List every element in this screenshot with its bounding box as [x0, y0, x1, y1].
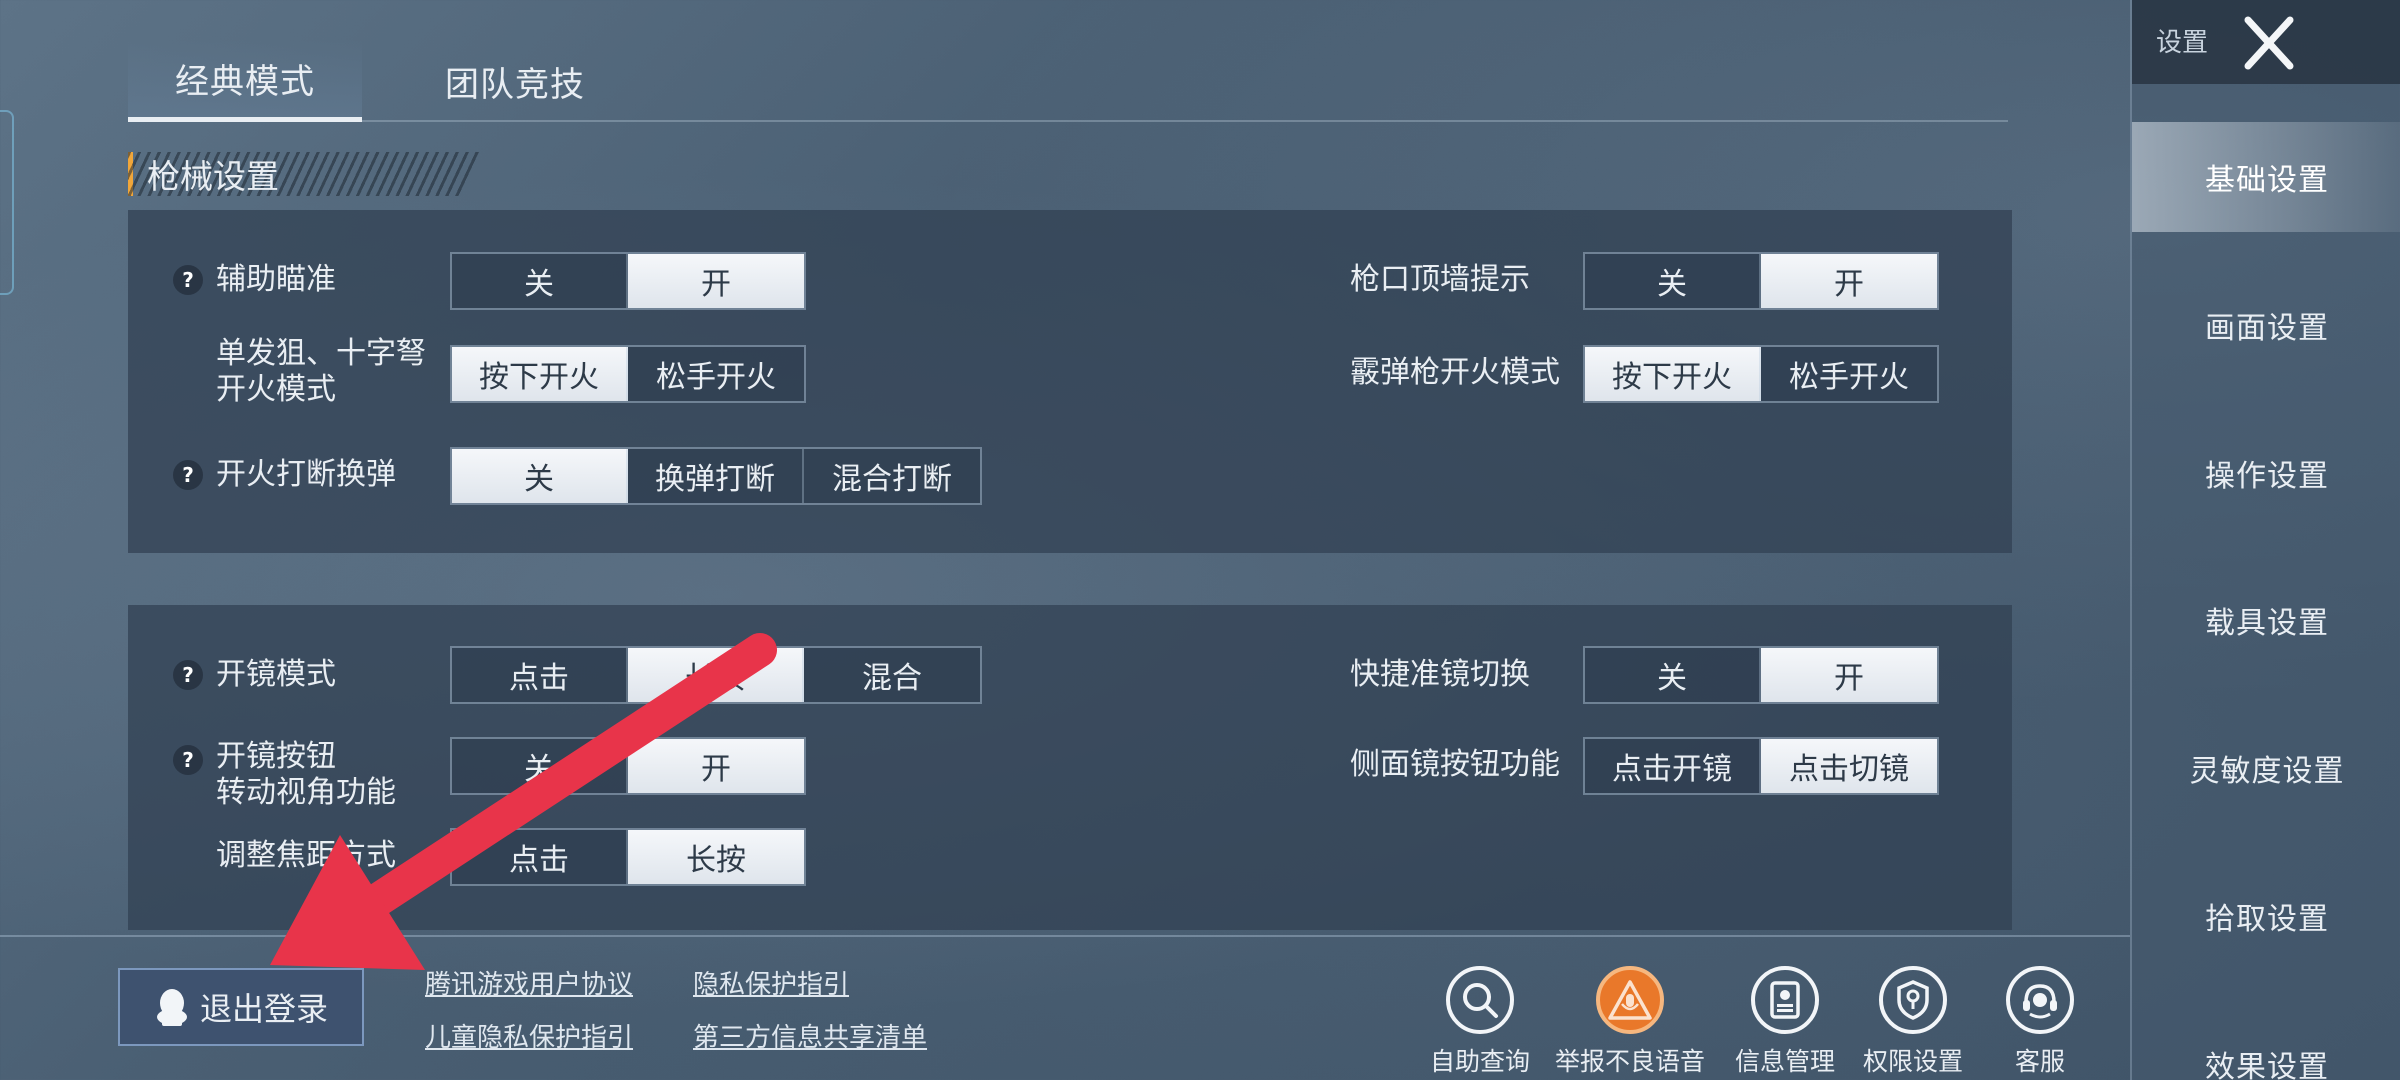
side-scope-toggle: 点击开镜 点击切镜	[1583, 737, 1939, 795]
scope-mode-tap[interactable]: 点击	[452, 648, 628, 702]
id-card-icon	[1751, 966, 1819, 1034]
side-scope-switch[interactable]: 点击切镜	[1761, 739, 1937, 793]
user-agreement-link[interactable]: 腾讯游戏用户协议	[425, 964, 633, 1001]
scope-button-label-line2: 转动视角功能	[216, 775, 396, 810]
side-scope-label: 侧面镜按钮功能	[1350, 747, 1560, 782]
help-icon[interactable]: ?	[173, 265, 203, 295]
help-icon[interactable]: ?	[173, 660, 203, 690]
quick-scope-on[interactable]: 开	[1761, 648, 1937, 702]
search-icon	[1446, 966, 1514, 1034]
report-voice-icon	[1596, 966, 1664, 1034]
scope-button-on[interactable]: 开	[628, 739, 804, 793]
quick-scope-off[interactable]: 关	[1585, 648, 1761, 702]
single-fire-label-line2: 开火模式	[216, 372, 336, 407]
section-header: 枪械设置	[128, 152, 483, 196]
sidebar-item-basic[interactable]: 基础设置	[2132, 122, 2400, 232]
sidebar-item-effects[interactable]: 效果设置	[2132, 1008, 2400, 1080]
logout-label: 退出登录	[199, 990, 328, 1028]
customer-service-label: 客服	[2014, 1047, 2065, 1076]
single-fire-label-line1: 单发狙、十字弩	[216, 336, 426, 371]
sidebar-item-pickup[interactable]: 拾取设置	[2132, 861, 2400, 971]
scope-mode-toggle: 点击 长按 混合	[450, 646, 982, 704]
sidebar-item-controls[interactable]: 操作设置	[2132, 418, 2400, 528]
headset-icon	[2006, 966, 2074, 1034]
mode-tabs: 经典模式 团队竞技	[128, 40, 2008, 122]
focus-adjust-tap[interactable]: 点击	[452, 830, 628, 884]
third-party-info-link[interactable]: 第三方信息共享清单	[693, 1017, 927, 1054]
help-icon[interactable]: ?	[173, 745, 203, 775]
aim-assist-off[interactable]: 关	[452, 254, 628, 308]
left-edge-tab[interactable]	[0, 110, 14, 295]
self-service-button[interactable]: 自助查询	[1415, 962, 1545, 1077]
settings-sidebar: 设置 基础设置 画面设置 操作设置 载具设置 灵敏度设置 拾取设置 效果设置	[2130, 0, 2400, 1080]
fire-interrupt-label: 开火打断换弹	[216, 457, 396, 492]
aim-assist-label: 辅助瞄准	[216, 262, 336, 297]
permission-settings-button[interactable]: 权限设置	[1848, 962, 1978, 1077]
scope-mode-hold[interactable]: 长按	[628, 648, 804, 702]
tab-team-deathmatch[interactable]: 团队竞技	[398, 40, 632, 122]
scope-button-label: 开镜按钮 转动视角功能	[216, 739, 396, 811]
muzzle-wall-toggle: 关 开	[1583, 252, 1939, 310]
focus-adjust-toggle: 点击 长按	[450, 828, 806, 886]
fire-interrupt-off[interactable]: 关	[452, 449, 628, 503]
scope-button-off[interactable]: 关	[452, 739, 628, 793]
tab-classic-mode[interactable]: 经典模式	[128, 40, 362, 122]
single-fire-release[interactable]: 松手开火	[628, 347, 804, 401]
scope-mode-label: 开镜模式	[216, 657, 336, 692]
sidebar-title: 设置	[2156, 28, 2209, 58]
privacy-guide-link[interactable]: 隐私保护指引	[693, 964, 849, 1001]
shotgun-fire-press[interactable]: 按下开火	[1585, 347, 1761, 401]
section-title: 枪械设置	[147, 157, 279, 196]
muzzle-wall-label: 枪口顶墙提示	[1350, 262, 1530, 297]
scope-mode-mixed[interactable]: 混合	[804, 648, 980, 702]
quick-scope-label: 快捷准镜切换	[1350, 657, 1530, 692]
sidebar-item-graphics[interactable]: 画面设置	[2132, 270, 2400, 380]
single-fire-label: 单发狙、十字弩 开火模式	[216, 336, 426, 408]
shotgun-fire-release[interactable]: 松手开火	[1761, 347, 1937, 401]
customer-service-button[interactable]: 客服	[1975, 962, 2105, 1077]
penguin-icon	[156, 989, 187, 1026]
child-privacy-link[interactable]: 儿童隐私保护指引	[425, 1017, 633, 1054]
scope-button-label-line1: 开镜按钮	[216, 739, 336, 774]
fire-interrupt-reload[interactable]: 换弹打断	[628, 449, 804, 503]
single-fire-press[interactable]: 按下开火	[452, 347, 628, 401]
quick-scope-toggle: 关 开	[1583, 646, 1939, 704]
fire-interrupt-toggle: 关 换弹打断 混合打断	[450, 447, 982, 505]
single-fire-toggle: 按下开火 松手开火	[450, 345, 806, 403]
report-voice-button[interactable]: 举报不良语音	[1555, 962, 1705, 1077]
focus-adjust-hold[interactable]: 长按	[628, 830, 804, 884]
sidebar-item-sensitivity[interactable]: 灵敏度设置	[2132, 713, 2400, 823]
focus-adjust-label: 调整焦距方式	[216, 838, 396, 873]
close-icon[interactable]	[2234, 8, 2304, 78]
help-icon[interactable]: ?	[173, 460, 203, 490]
weapon-settings-panel: ? 辅助瞄准 关 开 单发狙、十字弩 开火模式 按下开火 松手开火 ? 开火打断…	[128, 210, 2012, 553]
side-scope-open[interactable]: 点击开镜	[1585, 739, 1761, 793]
muzzle-wall-off[interactable]: 关	[1585, 254, 1761, 308]
shield-key-icon	[1879, 966, 1947, 1034]
bottom-divider	[0, 935, 2130, 937]
aim-assist-on[interactable]: 开	[628, 254, 804, 308]
sidebar-header: 设置	[2132, 0, 2400, 84]
logout-button[interactable]: 退出登录	[118, 968, 364, 1046]
self-service-label: 自助查询	[1429, 1047, 1530, 1076]
muzzle-wall-on[interactable]: 开	[1761, 254, 1937, 308]
aim-assist-toggle: 关 开	[450, 252, 806, 310]
sidebar-item-vehicle[interactable]: 载具设置	[2132, 565, 2400, 675]
report-voice-label: 举报不良语音	[1555, 1047, 1706, 1076]
info-management-button[interactable]: 信息管理	[1720, 962, 1850, 1077]
shotgun-fire-toggle: 按下开火 松手开火	[1583, 345, 1939, 403]
shotgun-fire-label: 霰弹枪开火模式	[1350, 355, 1560, 390]
scope-button-toggle: 关 开	[450, 737, 806, 795]
scope-settings-panel: ? 开镜模式 点击 长按 混合 ? 开镜按钮 转动视角功能 关 开 调整焦距方式…	[128, 605, 2012, 930]
fire-interrupt-mixed[interactable]: 混合打断	[804, 449, 980, 503]
